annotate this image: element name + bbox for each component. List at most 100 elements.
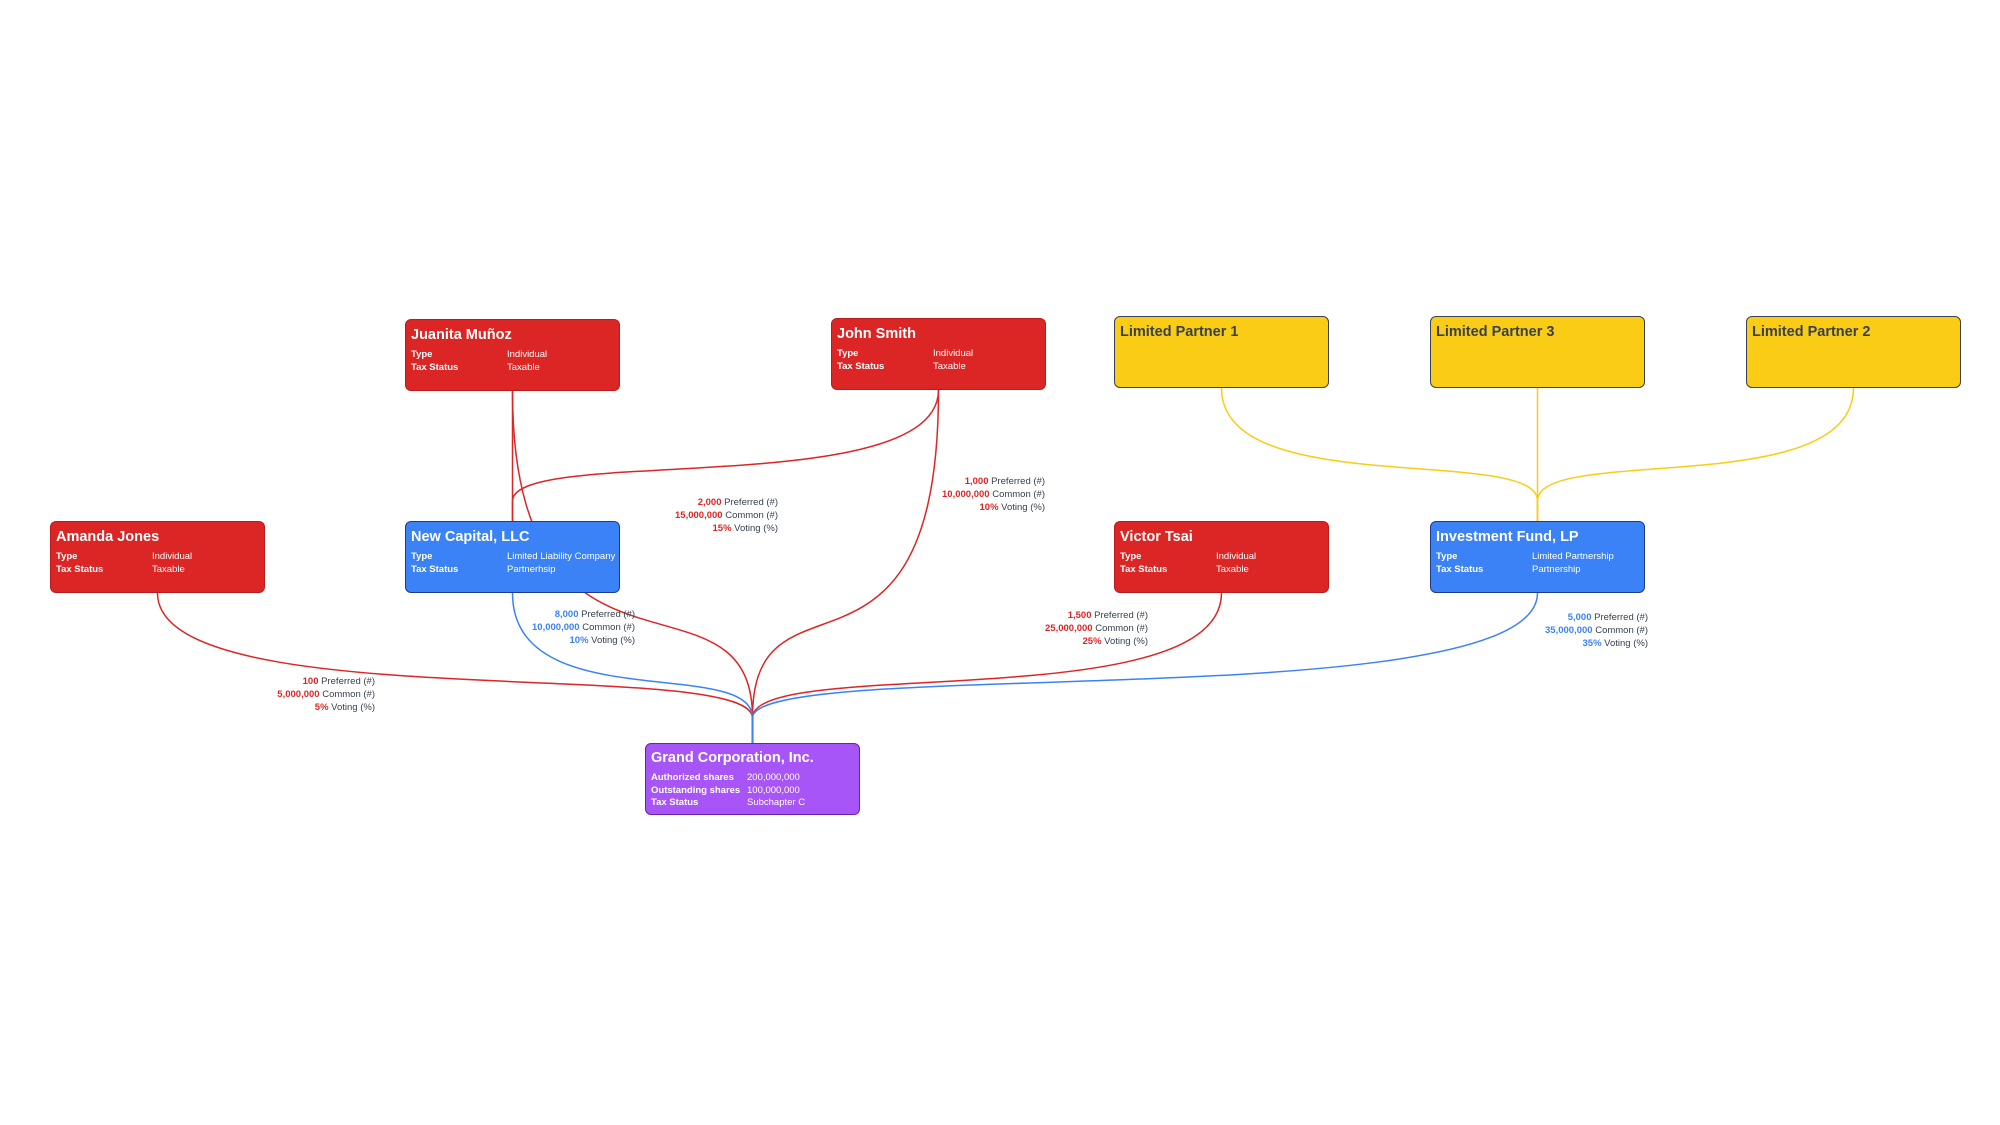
common-line: 35,000,000 Common (#) bbox=[1545, 624, 1648, 637]
row-value: Limited Liability Company bbox=[507, 551, 616, 562]
holding-label-juanita: 2,000 Preferred (#) 15,000,000 Common (#… bbox=[675, 496, 778, 535]
common-line: 10,000,000 Common (#) bbox=[942, 488, 1045, 501]
common-value: 10,000,000 bbox=[532, 622, 580, 633]
preferred-unit: Preferred (#) bbox=[991, 476, 1045, 487]
node-row-tax-status: Tax Status Taxable bbox=[837, 361, 1040, 374]
row-key: Tax Status bbox=[837, 360, 885, 372]
row-value: Taxable bbox=[507, 361, 540, 373]
common-value: 35,000,000 bbox=[1545, 625, 1593, 636]
row-value: Taxable bbox=[152, 563, 185, 575]
shareholder-node-victor-tsai[interactable]: Victor Tsai Type Individual Tax Status T… bbox=[1114, 521, 1329, 593]
node-row-tax-status: Tax Status Taxable bbox=[411, 362, 614, 375]
shareholder-node-investment-fund-lp[interactable]: Investment Fund, LP Type Limited Partner… bbox=[1430, 521, 1645, 593]
preferred-line: 1,000 Preferred (#) bbox=[942, 475, 1045, 488]
node-row-tax-status: Tax Status Partnerhsip bbox=[411, 564, 614, 577]
shareholder-node-john-smith[interactable]: John Smith Type Individual Tax Status Ta… bbox=[831, 318, 1046, 390]
voting-unit: Voting (%) bbox=[734, 523, 778, 534]
voting-line: 5% Voting (%) bbox=[277, 701, 375, 714]
holding-label-john: 1,000 Preferred (#) 10,000,000 Common (#… bbox=[942, 475, 1045, 514]
holding-label-new-capital: 8,000 Preferred (#) 10,000,000 Common (#… bbox=[532, 608, 635, 647]
node-row-type: Type Individual bbox=[837, 348, 1040, 361]
voting-line: 10% Voting (%) bbox=[942, 501, 1045, 514]
node-row-authorized: Authorized shares 200,000,000 bbox=[651, 772, 854, 785]
node-row-type: Type Individual bbox=[411, 349, 614, 362]
row-key: Type bbox=[1436, 551, 1458, 562]
common-value: 15,000,000 bbox=[675, 510, 723, 521]
voting-value: 25% bbox=[1082, 636, 1102, 647]
row-key: Tax Status bbox=[1436, 563, 1484, 575]
preferred-value: 1,000 bbox=[964, 476, 989, 487]
voting-line: 10% Voting (%) bbox=[532, 634, 635, 647]
common-unit: Common (#) bbox=[725, 510, 778, 521]
row-key: Tax Status bbox=[1120, 563, 1168, 575]
common-unit: Common (#) bbox=[1095, 623, 1148, 634]
row-value: Taxable bbox=[1216, 563, 1249, 575]
limited-partner-node-3[interactable]: Limited Partner 3 bbox=[1430, 316, 1645, 388]
node-title: Grand Corporation, Inc. bbox=[651, 750, 814, 766]
preferred-line: 1,500 Preferred (#) bbox=[1045, 609, 1148, 622]
row-value: Limited Partnership bbox=[1532, 551, 1614, 562]
holding-edge-victor-grand bbox=[751, 592, 1223, 743]
node-row-type: Type Individual bbox=[1120, 551, 1323, 564]
row-key: Type bbox=[56, 551, 78, 562]
row-key: Outstanding shares bbox=[651, 784, 741, 796]
node-row-type: Type Individual bbox=[56, 551, 259, 564]
row-value: Partnership bbox=[1532, 563, 1581, 575]
node-row-tax-status: Tax Status Taxable bbox=[1120, 564, 1323, 577]
voting-value: 10% bbox=[569, 635, 589, 646]
node-row-type: Type Limited Partnership bbox=[1436, 551, 1639, 564]
row-value: Individual bbox=[1216, 551, 1257, 562]
preferred-line: 2,000 Preferred (#) bbox=[675, 496, 778, 509]
shareholder-node-amanda-jones[interactable]: Amanda Jones Type Individual Tax Status … bbox=[50, 521, 265, 593]
common-line: 25,000,000 Common (#) bbox=[1045, 622, 1148, 635]
node-row-tax-status: Tax Status Partnership bbox=[1436, 564, 1639, 577]
common-unit: Common (#) bbox=[1595, 625, 1648, 636]
limited-partner-node-2[interactable]: Limited Partner 2 bbox=[1746, 316, 1961, 388]
company-node-grand-corporation[interactable]: Grand Corporation, Inc. Authorized share… bbox=[645, 743, 860, 815]
voting-unit: Voting (%) bbox=[1104, 636, 1148, 647]
preferred-unit: Preferred (#) bbox=[581, 609, 635, 620]
node-title: Victor Tsai bbox=[1120, 529, 1193, 545]
edges-layer bbox=[156, 387, 1855, 743]
node-title: Amanda Jones bbox=[56, 529, 160, 545]
preferred-line: 100 Preferred (#) bbox=[277, 675, 375, 688]
common-unit: Common (#) bbox=[322, 689, 375, 700]
preferred-value: 100 bbox=[302, 676, 319, 687]
preferred-line: 8,000 Preferred (#) bbox=[532, 608, 635, 621]
row-key: Type bbox=[837, 348, 859, 359]
preferred-unit: Preferred (#) bbox=[321, 676, 375, 687]
membership-edge-lp2-fund bbox=[1536, 387, 1855, 521]
common-value: 5,000,000 bbox=[277, 689, 320, 700]
node-title: Limited Partner 1 bbox=[1120, 324, 1239, 340]
node-row-tax-status: Tax Status Taxable bbox=[56, 564, 259, 577]
row-value: Subchapter C bbox=[747, 797, 806, 808]
common-value: 10,000,000 bbox=[942, 489, 990, 500]
voting-line: 35% Voting (%) bbox=[1545, 637, 1648, 650]
holding-edge-amanda-grand bbox=[156, 592, 754, 743]
row-value: Individual bbox=[933, 348, 974, 359]
common-line: 10,000,000 Common (#) bbox=[532, 621, 635, 634]
row-key: Type bbox=[411, 551, 433, 562]
holding-label-victor: 1,500 Preferred (#) 25,000,000 Common (#… bbox=[1045, 609, 1148, 648]
common-line: 15,000,000 Common (#) bbox=[675, 509, 778, 522]
voting-unit: Voting (%) bbox=[1604, 638, 1648, 649]
node-row-outstanding: Outstanding shares 100,000,000 bbox=[651, 785, 854, 798]
node-title: John Smith bbox=[837, 326, 916, 342]
preferred-value: 1,500 bbox=[1067, 610, 1092, 621]
preferred-value: 2,000 bbox=[697, 497, 722, 508]
row-key: Tax Status bbox=[651, 797, 699, 808]
row-value: Individual bbox=[152, 551, 193, 562]
common-unit: Common (#) bbox=[992, 489, 1045, 500]
preferred-unit: Preferred (#) bbox=[724, 497, 778, 508]
node-title: Limited Partner 3 bbox=[1436, 324, 1555, 340]
limited-partner-node-1[interactable]: Limited Partner 1 bbox=[1114, 316, 1329, 388]
common-unit: Common (#) bbox=[582, 622, 635, 633]
row-key: Type bbox=[1120, 551, 1142, 562]
shareholder-node-juanita-munoz[interactable]: Juanita Muñoz Type Individual Tax Status… bbox=[405, 319, 620, 391]
voting-unit: Voting (%) bbox=[331, 702, 375, 713]
voting-value: 10% bbox=[979, 502, 999, 513]
node-row-tax-status: Tax Status Subchapter C bbox=[651, 797, 854, 810]
row-key: Tax Status bbox=[56, 563, 104, 575]
row-value: 100,000,000 bbox=[747, 784, 800, 796]
shareholder-node-new-capital-llc[interactable]: New Capital, LLC Type Limited Liability … bbox=[405, 521, 620, 593]
